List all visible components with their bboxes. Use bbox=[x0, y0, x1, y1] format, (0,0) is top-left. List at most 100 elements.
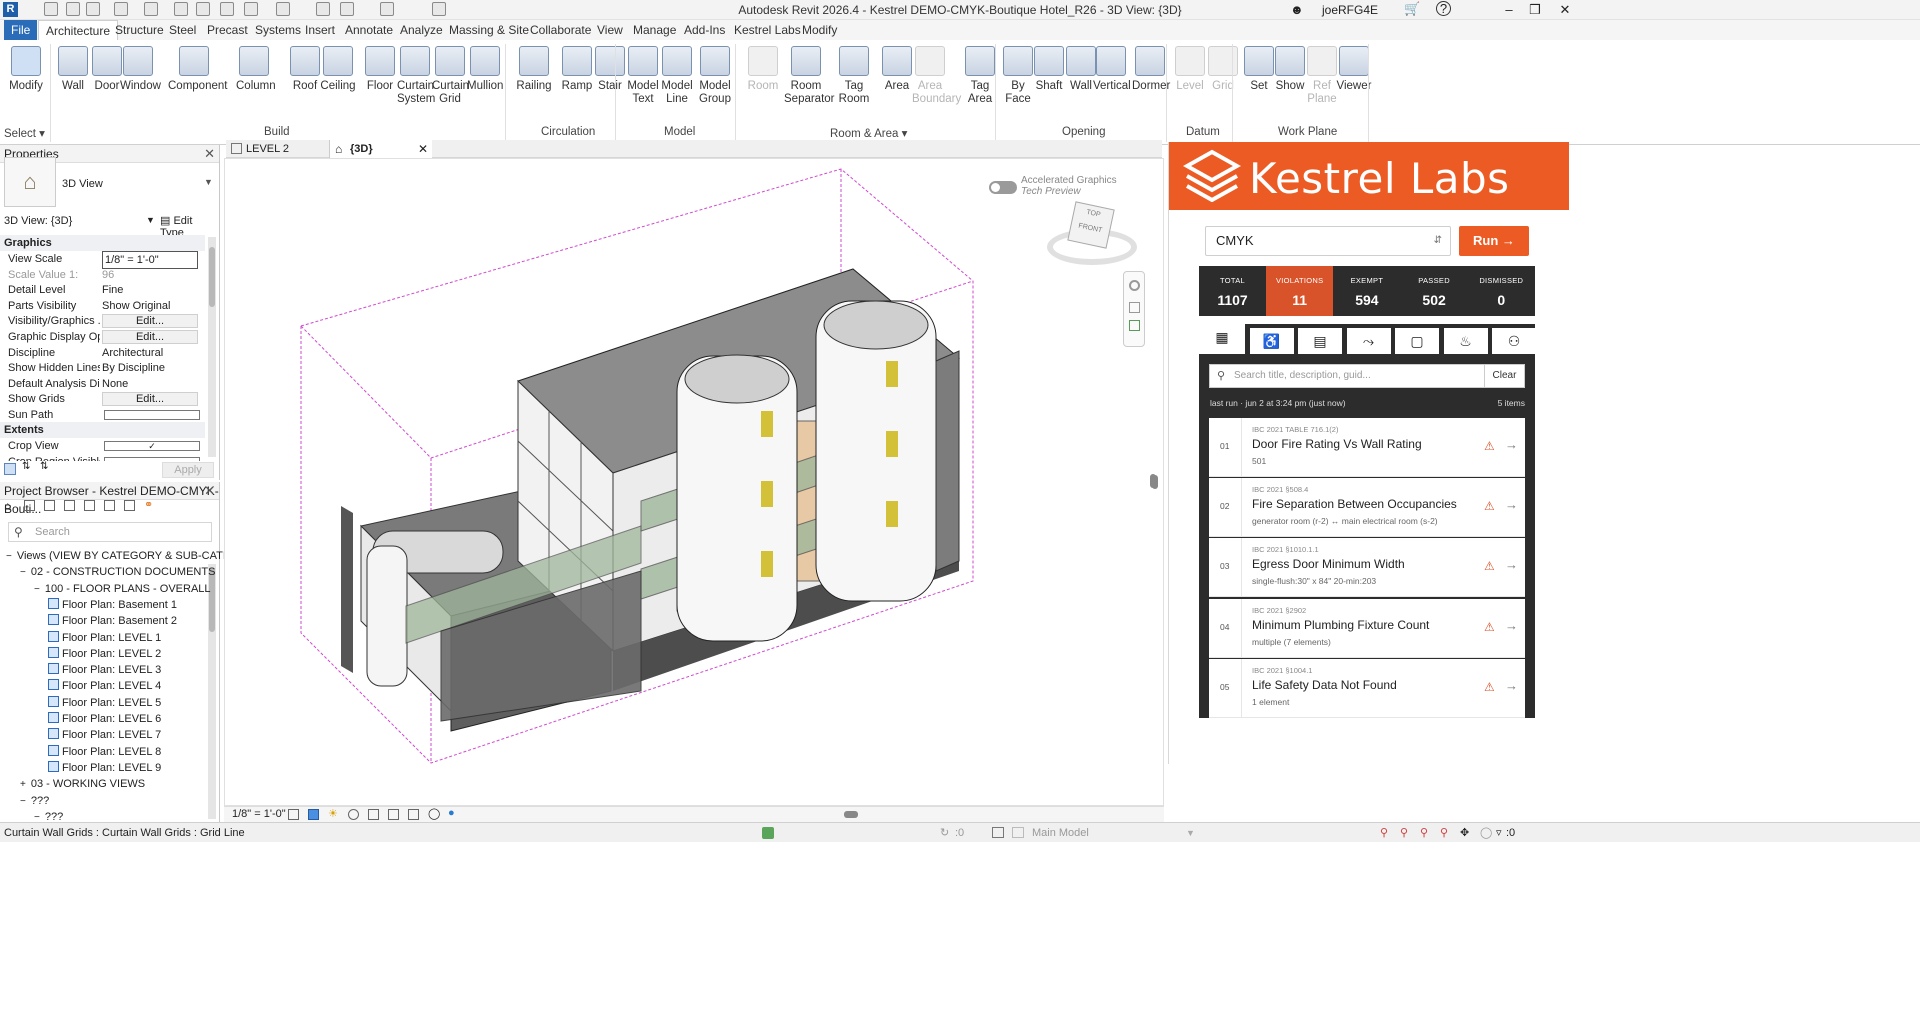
lock-view-icon[interactable] bbox=[408, 809, 419, 820]
building-model[interactable] bbox=[225, 159, 1165, 807]
browser-view-item[interactable]: Floor Plan: Basement 1 bbox=[48, 597, 177, 613]
cart-icon[interactable]: 🛒 bbox=[1404, 1, 1420, 17]
ribbon-button-floor[interactable]: Floor bbox=[362, 46, 398, 93]
run-button[interactable]: Run → bbox=[1459, 226, 1529, 256]
ribbon-button-tag-room[interactable]: Tag Room bbox=[836, 46, 872, 106]
username[interactable]: joeRFG4E bbox=[1322, 3, 1378, 17]
close-button[interactable]: ✕ bbox=[1550, 0, 1580, 20]
browser-view-item[interactable]: Floor Plan: LEVEL 2 bbox=[48, 646, 161, 662]
browser-view-item[interactable]: Floor Plan: LEVEL 7 bbox=[48, 727, 161, 743]
violations-search[interactable]: ⚲ Search title, description, guid... Cle… bbox=[1209, 364, 1525, 388]
arrow-right-icon[interactable]: → bbox=[1505, 618, 1518, 633]
property-row-show-hidden-lines[interactable]: Show Hidden Lines By Discipline bbox=[4, 360, 204, 376]
ruleset-select[interactable]: CMYK ⇵ bbox=[1205, 226, 1451, 256]
ribbon-group-room-area[interactable]: Room & Area ▾ bbox=[830, 126, 907, 140]
properties-scrollbar[interactable] bbox=[208, 237, 216, 457]
ribbon-button-ceiling[interactable]: Ceiling bbox=[320, 46, 356, 93]
edit-button[interactable]: Edit... bbox=[102, 330, 198, 344]
browser-tool-icon[interactable] bbox=[24, 500, 35, 511]
property-row-detail-level[interactable]: Detail Level Fine bbox=[4, 282, 204, 298]
select-by-face-icon[interactable]: ⚲ bbox=[1440, 823, 1448, 843]
property-row-sun-path[interactable]: Sun Path bbox=[4, 407, 204, 423]
properties-scroll-thumb[interactable] bbox=[209, 247, 215, 307]
stat-passed[interactable]: PASSED 502 bbox=[1401, 266, 1468, 316]
tab-insert[interactable]: Insert bbox=[298, 20, 342, 40]
stat-exempt[interactable]: EXEMPT 594 bbox=[1333, 266, 1400, 316]
tab-steel[interactable]: Steel bbox=[162, 20, 203, 40]
close-view-tab-icon[interactable]: ✕ bbox=[418, 140, 428, 158]
ribbon-button-component[interactable]: Component bbox=[168, 46, 227, 93]
stat-total[interactable]: TOTAL 1107 bbox=[1199, 266, 1266, 316]
category-tab[interactable]: ♿ bbox=[1249, 328, 1294, 354]
expand-toggle-icon[interactable]: + bbox=[20, 779, 26, 790]
workset-dropdown-icon[interactable]: ▼ bbox=[1186, 823, 1195, 843]
expand-toggle-icon[interactable]: − bbox=[34, 584, 40, 595]
browser-folder-item[interactable]: −02 - CONSTRUCTION DOCUMENTS bbox=[20, 564, 215, 580]
clear-button[interactable]: Clear bbox=[1484, 365, 1524, 387]
property-row-visibility-graphics[interactable]: Visibility/Graphics ... Edit... bbox=[4, 313, 204, 329]
property-row-show-grids[interactable]: Show Grids Edit... bbox=[4, 391, 204, 407]
close-properties-icon[interactable]: ✕ bbox=[204, 145, 215, 163]
tab-file[interactable]: File bbox=[4, 20, 38, 40]
zoom-icon[interactable] bbox=[1129, 302, 1140, 313]
violation-item[interactable]: 01 IBC 2021 TABLE 716.1(2) Door Fire Ratin… bbox=[1209, 418, 1525, 477]
type-dropdown-icon[interactable]: ▼ bbox=[204, 177, 213, 187]
property-row-discipline[interactable]: Discipline Architectural bbox=[4, 345, 204, 361]
3d-view-canvas[interactable]: Accelerated Graphics Tech Preview TOP FR… bbox=[224, 158, 1164, 806]
category-tab[interactable]: ♨ bbox=[1443, 328, 1488, 354]
ribbon-button-model-line[interactable]: Model Line bbox=[659, 46, 695, 106]
steering-wheel-icon[interactable] bbox=[1129, 280, 1140, 291]
arrow-right-icon[interactable]: → bbox=[1505, 497, 1518, 512]
view-tab-level-2[interactable]: LEVEL 2 bbox=[226, 140, 330, 158]
user-icon[interactable]: ☻ bbox=[1290, 2, 1304, 17]
browser-tool-icon[interactable] bbox=[104, 500, 115, 511]
close-browser-icon[interactable]: ✕ bbox=[204, 482, 215, 500]
horizontal-scroll-thumb[interactable] bbox=[844, 811, 858, 818]
ribbon-button-model-text[interactable]: Model Text bbox=[625, 46, 661, 106]
temporary-hide-icon[interactable]: ◯ bbox=[428, 807, 440, 820]
ribbon-button-shaft[interactable]: Shaft bbox=[1031, 46, 1067, 93]
browser-scrollbar[interactable] bbox=[208, 564, 216, 819]
type-name[interactable]: 3D View bbox=[62, 178, 103, 190]
browser-home-icon[interactable]: ⌂ bbox=[4, 499, 11, 513]
ribbon-group-select[interactable]: Select ▾ bbox=[4, 126, 45, 140]
select-underlay-icon[interactable]: ⚲ bbox=[1400, 823, 1408, 843]
ribbon-button-ref-plane[interactable]: Ref Plane bbox=[1304, 46, 1340, 106]
ribbon-button-modify[interactable]: Modify bbox=[8, 46, 44, 93]
violation-item[interactable]: 05 IBC 2021 §1004.1 Life Safety Data Not F… bbox=[1209, 658, 1525, 718]
ribbon-button-stair[interactable]: Stair bbox=[592, 46, 628, 93]
ribbon-button-mullion[interactable]: Mullion bbox=[467, 46, 503, 93]
view-tab-3d[interactable]: ⌂ {3D} ✕ bbox=[330, 140, 432, 158]
property-row-view-scale[interactable]: View Scale 1/8" = 1'-0" bbox=[4, 251, 204, 269]
view-cube[interactable]: TOP FRONT bbox=[1047, 201, 1137, 267]
violation-item[interactable]: 02 IBC 2021 §508.4 Fire Separation Between… bbox=[1209, 478, 1525, 538]
browser-view-item[interactable]: Floor Plan: LEVEL 4 bbox=[48, 678, 161, 694]
browser-tool-icon[interactable] bbox=[84, 500, 95, 511]
browser-view-item[interactable]: Floor Plan: LEVEL 1 bbox=[48, 630, 161, 646]
stat-dismissed[interactable]: DISMISSED 0 bbox=[1468, 266, 1535, 316]
panel-scrollbar[interactable] bbox=[1150, 474, 1156, 488]
tab-massing-site[interactable]: Massing & Site bbox=[442, 20, 536, 40]
ribbon-button-viewer[interactable]: Viewer bbox=[1336, 46, 1372, 93]
section-graphics[interactable]: Graphics bbox=[0, 235, 205, 251]
sun-path-checkbox[interactable] bbox=[104, 410, 200, 420]
category-tab[interactable]: ⤳ bbox=[1346, 328, 1391, 354]
ribbon-button-roof[interactable]: Roof bbox=[287, 46, 323, 93]
tab-architecture[interactable]: Architecture bbox=[38, 20, 119, 40]
crop-view-icon[interactable] bbox=[368, 809, 379, 820]
category-tab[interactable]: ▦ bbox=[1199, 324, 1245, 354]
browser-folder-item[interactable]: − Views (VIEW BY CATEGORY & SUB-CATI bbox=[6, 548, 226, 564]
arrow-right-icon[interactable]: → bbox=[1505, 678, 1518, 693]
expand-toggle-icon[interactable]: − bbox=[20, 567, 26, 578]
maximize-button[interactable]: ❒ bbox=[1520, 0, 1550, 20]
browser-search[interactable]: ⚲ Search bbox=[8, 522, 212, 542]
property-row-graphic-display-op[interactable]: Graphic Display Op...Edit... bbox=[4, 329, 204, 345]
ribbon-button-room-separator[interactable]: Room Separator bbox=[784, 46, 835, 106]
orbit-icon[interactable] bbox=[1129, 320, 1140, 331]
browser-folder-item[interactable]: −??? bbox=[20, 793, 49, 809]
select-links-icon[interactable]: ⚲ bbox=[1380, 823, 1388, 843]
browser-tool-icon[interactable] bbox=[64, 500, 75, 511]
active-workset[interactable]: Main Model bbox=[1032, 823, 1089, 843]
ribbon-button-column[interactable]: Column bbox=[236, 46, 276, 93]
ribbon-button-area-boundary[interactable]: Area Boundary bbox=[912, 46, 961, 106]
